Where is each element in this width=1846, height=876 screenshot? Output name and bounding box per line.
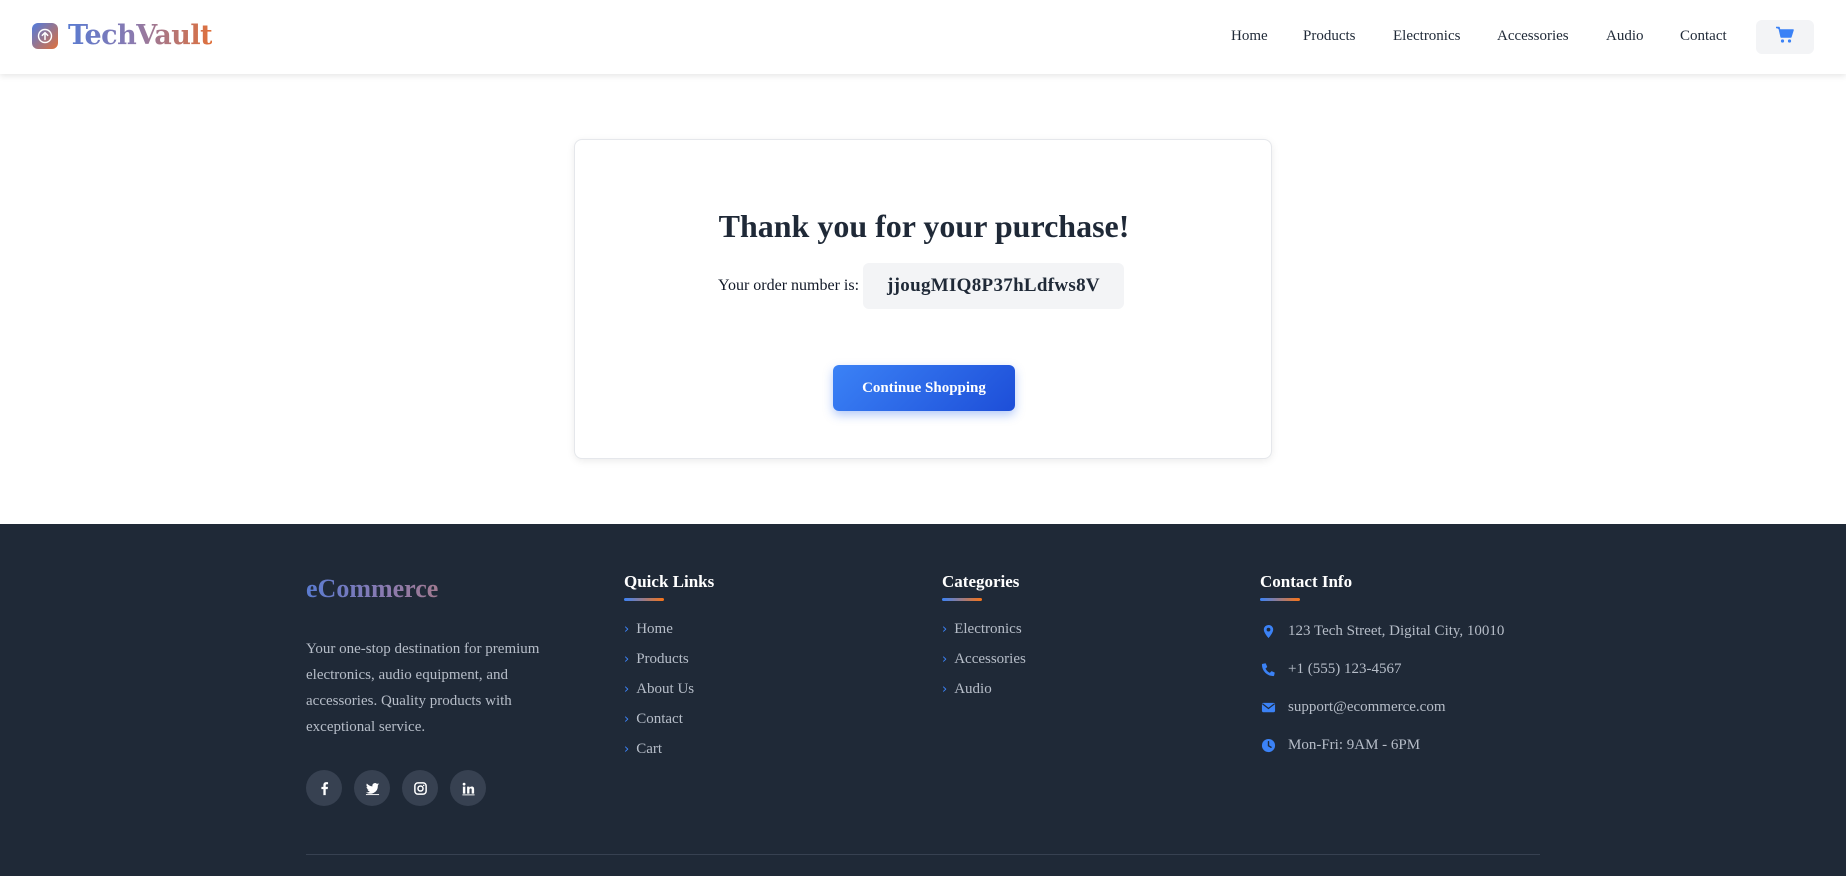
logo-text: TechVault xyxy=(68,20,213,51)
map-pin-icon xyxy=(1260,624,1276,640)
footer-link-products[interactable]: › Products xyxy=(624,651,689,668)
chevron-right-icon: › xyxy=(624,652,630,667)
contact-hours-text: Mon-Fri: 9AM - 6PM xyxy=(1288,737,1421,753)
contact-phone: +1 (555) 123-4567 xyxy=(1260,661,1401,678)
footer-link-home[interactable]: › Home xyxy=(624,621,673,638)
footer-link-about-us[interactable]: › About Us xyxy=(624,681,694,698)
instagram-icon[interactable] xyxy=(402,770,438,806)
footer-category-electronics[interactable]: › Electronics xyxy=(942,621,1022,638)
clock-icon xyxy=(1260,738,1276,754)
confirmation-title: Thank you for your purchase! xyxy=(718,208,1130,244)
chevron-right-icon: › xyxy=(942,622,948,637)
footer-link-label: Audio xyxy=(954,681,992,697)
categories-underline xyxy=(942,598,982,601)
chevron-right-icon: › xyxy=(624,742,630,757)
nav-home[interactable]: Home xyxy=(1231,28,1268,45)
contact-email: support@ecommerce.com xyxy=(1260,699,1446,716)
footer-link-label: Home xyxy=(636,621,673,637)
contact-phone-text: +1 (555) 123-4567 xyxy=(1288,661,1402,677)
linkedin-icon[interactable] xyxy=(450,770,486,806)
shopping-cart-icon xyxy=(1775,26,1795,48)
footer-link-contact[interactable]: › Contact xyxy=(624,711,683,728)
footer-description: Your one-stop destination for premium el… xyxy=(306,641,540,735)
footer-divider xyxy=(306,854,1540,855)
nav-accessories[interactable]: Accessories xyxy=(1497,28,1569,45)
footer-link-label: Cart xyxy=(636,741,663,757)
order-number-value: jjougMIQ8P37hLdfws8V xyxy=(863,263,1124,309)
envelope-icon xyxy=(1260,700,1276,716)
contact-email-text: support@ecommerce.com xyxy=(1288,699,1446,715)
chevron-right-icon: › xyxy=(942,682,948,697)
continue-shopping-button[interactable]: Continue Shopping xyxy=(833,365,1015,411)
logo[interactable]: TechVault xyxy=(32,20,213,51)
footer-category-audio[interactable]: › Audio xyxy=(942,681,992,698)
contact-address-text: 123 Tech Street, Digital City, 10010 xyxy=(1288,623,1505,639)
cart-button[interactable] xyxy=(1756,20,1814,54)
contact-address: 123 Tech Street, Digital City, 10010 xyxy=(1260,623,1504,640)
chevron-right-icon: › xyxy=(624,712,630,727)
footer-link-label: Electronics xyxy=(954,621,1022,637)
footer-link-label: Contact xyxy=(636,711,683,727)
quick-links-underline xyxy=(624,598,664,601)
order-number-row: Your order number is: jjougMIQ8P37hLdfws… xyxy=(718,263,1124,309)
footer-category-accessories[interactable]: › Accessories xyxy=(942,651,1026,668)
categories-title: Categories xyxy=(942,572,1020,591)
footer-link-cart[interactable]: › Cart xyxy=(624,741,662,758)
nav-products[interactable]: Products xyxy=(1303,28,1356,45)
phone-icon xyxy=(1260,662,1276,678)
contact-info-underline xyxy=(1260,598,1300,601)
contact-info-title: Contact Info xyxy=(1260,572,1353,591)
footer-link-label: About Us xyxy=(636,681,695,697)
chevron-right-icon: › xyxy=(624,622,630,637)
footer-brand: eCommerce xyxy=(306,574,439,603)
nav-electronics[interactable]: Electronics xyxy=(1393,28,1460,45)
contact-hours: Mon-Fri: 9AM - 6PM xyxy=(1260,737,1420,754)
order-confirmation-card: Thank you for your purchase! Your order … xyxy=(574,139,1272,459)
quick-links-title: Quick Links xyxy=(624,572,715,591)
social-links xyxy=(306,770,498,806)
facebook-icon[interactable] xyxy=(306,770,342,806)
twitter-icon[interactable] xyxy=(354,770,390,806)
nav-audio[interactable]: Audio xyxy=(1606,28,1644,45)
footer-link-label: Accessories xyxy=(954,651,1026,667)
chevron-right-icon: › xyxy=(624,682,630,697)
site-header: TechVault Home Products Electronics Acce… xyxy=(0,0,1846,74)
nav-contact[interactable]: Contact xyxy=(1680,28,1727,45)
footer-link-label: Products xyxy=(636,651,689,667)
chevron-right-icon: › xyxy=(942,652,948,667)
site-footer: eCommerce Your one-stop destination for … xyxy=(0,524,1846,876)
order-number-label: Your order number is: xyxy=(718,277,860,294)
logo-arrow-icon xyxy=(32,22,58,49)
